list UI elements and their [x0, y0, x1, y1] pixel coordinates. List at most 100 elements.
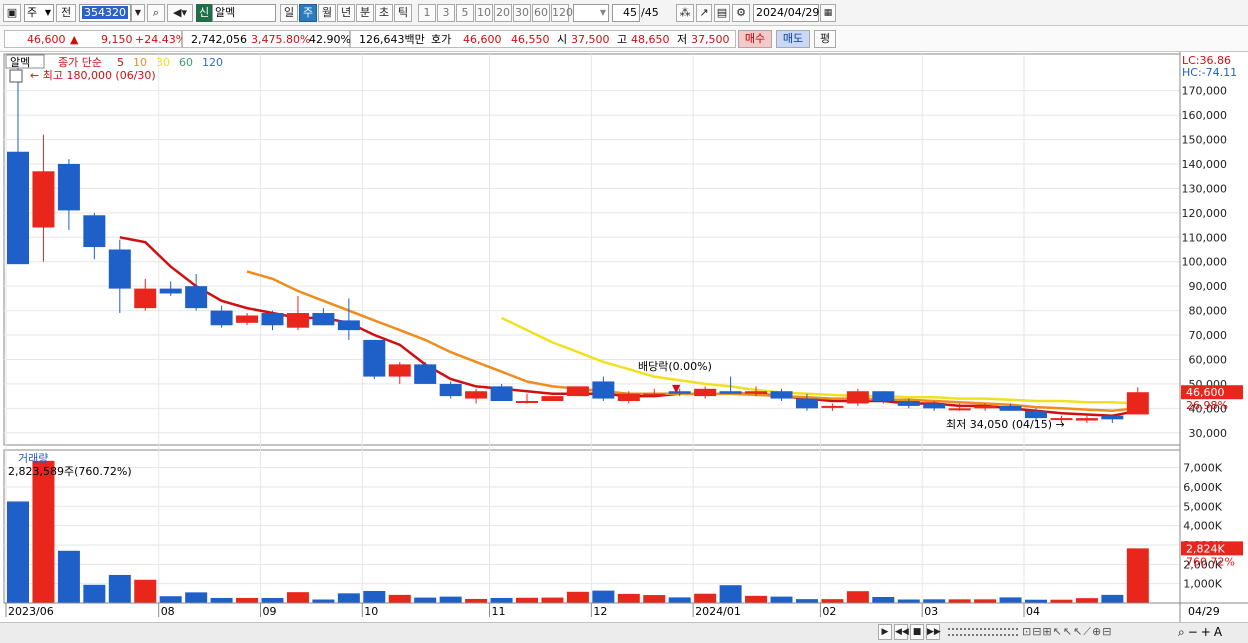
code-dropdown-icon[interactable]: ▼ — [131, 4, 145, 22]
bid-value: 46,550 — [511, 33, 550, 46]
stock-code-input[interactable]: 354320 — [79, 4, 131, 22]
price-y-tick: 140,000 — [1182, 158, 1228, 171]
period-tabs: 일주월년분초틱 — [280, 4, 415, 22]
volume-bar — [541, 597, 564, 603]
price-y-tick: 80,000 — [1189, 305, 1228, 318]
type-select[interactable]: 주 ▼ — [24, 4, 54, 22]
hc-label: HC:-74.11 — [1182, 66, 1237, 79]
period-tab-0[interactable]: 일 — [280, 4, 298, 22]
candle-body — [872, 391, 895, 402]
volume-bar — [261, 597, 284, 603]
low-label: 저 — [677, 33, 688, 46]
candle-body — [210, 310, 233, 326]
period-tab-4[interactable]: 분 — [356, 4, 374, 22]
interval-custom-select[interactable]: ▼ — [573, 4, 609, 22]
period-tab-3[interactable]: 년 — [337, 4, 355, 22]
volume-bar — [286, 592, 309, 603]
min-price-label: 최저 34,050 (04/15) → — [946, 418, 1065, 431]
period-tab-2[interactable]: 월 — [318, 4, 336, 22]
volume-bar — [388, 594, 411, 603]
volume-bar — [159, 596, 182, 603]
sell-button[interactable]: 매도 — [776, 30, 810, 48]
buy-button[interactable]: 매수 — [738, 30, 772, 48]
pattern-icon[interactable]: ⁂ — [676, 4, 694, 22]
candle-body — [1101, 415, 1124, 420]
draw-tool-icon[interactable]: ↗ — [696, 4, 712, 22]
volume-bar — [795, 599, 818, 603]
period-tab-5[interactable]: 초 — [375, 4, 393, 22]
save-icon[interactable]: ▤ — [714, 4, 730, 22]
volume-bar — [1075, 598, 1098, 603]
chart-area[interactable]: 170,000 160,000 150,000 140,000 130,000 120,0… — [0, 52, 1248, 622]
volume-y-tick: 6,000K — [1183, 481, 1222, 494]
count-input[interactable]: 45 — [612, 4, 640, 22]
interval-button-60[interactable]: 60 — [532, 4, 550, 22]
interval-button-20[interactable]: 20 — [494, 4, 512, 22]
ma-legend-120: 120 — [202, 56, 223, 69]
hoga-box: 126,643백만 호가 46,600 46,550 시 37,500 고 48… — [350, 30, 736, 48]
volume-bar — [846, 591, 869, 603]
scroll-right-icon[interactable]: ▶ — [878, 624, 892, 640]
up-arrow-icon: ▲ — [70, 33, 79, 46]
rewind-icon[interactable]: ◀◀ — [894, 624, 909, 640]
interval-button-1[interactable]: 1 — [418, 4, 436, 22]
volume-bar — [7, 501, 29, 603]
candle-body — [414, 364, 437, 384]
volume-current-pct: 760.72% — [1186, 555, 1235, 568]
interval-button-10[interactable]: 10 — [475, 4, 493, 22]
x-axis-label: 2024/01 — [695, 605, 741, 618]
volume-bar — [592, 590, 615, 603]
candle-body — [643, 393, 666, 396]
candle-body — [795, 398, 818, 409]
price-y-tick: 60,000 — [1189, 353, 1228, 366]
gear-icon[interactable]: ⚙ — [732, 4, 750, 22]
volume-box: 2,742,056 3,475.80% 42.90% — [182, 30, 351, 48]
candle-body — [566, 386, 589, 397]
speaker-icon[interactable]: ◀▾ — [167, 4, 193, 22]
price-box: 46,600 ▲ 9,150 +24.43% — [4, 30, 186, 48]
candle-body — [185, 286, 208, 309]
interval-button-30[interactable]: 30 — [513, 4, 531, 22]
candle-body — [719, 391, 742, 394]
zoom-slider[interactable] — [948, 628, 1018, 636]
high-label: 고 — [617, 33, 628, 46]
volume-bar — [83, 584, 106, 603]
stop-icon[interactable]: ■ — [910, 624, 924, 640]
volume-bar — [617, 593, 640, 603]
layout-icon[interactable]: ▣ — [3, 4, 21, 22]
tool-icons[interactable]: ⊡⊟⊞↖↖↖⟋⊕⊟ — [1022, 623, 1112, 641]
search-icon[interactable]: ⌕ — [147, 4, 165, 22]
volume-bar — [490, 597, 513, 603]
zoom-controls[interactable]: ⌕−+A — [1178, 623, 1225, 641]
volume-bar — [719, 585, 742, 603]
candle-body — [516, 401, 538, 404]
open-value: 37,500 — [571, 33, 610, 46]
volume-current-tag: 2,824K — [1186, 542, 1225, 555]
prev-button[interactable]: 전 — [56, 4, 76, 22]
volume-bar — [643, 595, 666, 603]
candle-body — [32, 171, 55, 228]
period-tab-6[interactable]: 틱 — [394, 4, 412, 22]
new-listing-badge: 신 — [196, 4, 212, 22]
quote-bar: 46,600 ▲ 9,150 +24.43% 2,742,056 3,475.8… — [0, 26, 1248, 52]
candle-body — [897, 401, 920, 406]
candle-body — [363, 339, 386, 377]
ma-legend-60: 60 — [179, 56, 193, 69]
calendar-icon[interactable]: ▦ — [820, 4, 836, 22]
date-input[interactable]: 2024/04/29 — [753, 4, 819, 22]
candle-body — [261, 313, 284, 326]
amount-value: 126,643백만 — [359, 33, 425, 46]
candle-body — [999, 405, 1022, 411]
interval-button-5[interactable]: 5 — [456, 4, 474, 22]
fast-forward-icon[interactable]: ▶▶ — [926, 624, 941, 640]
volume-bar — [1101, 594, 1124, 603]
candle-body — [694, 388, 717, 397]
volume-y-tick: 5,000K — [1183, 500, 1222, 513]
chevron-down-icon: ▼ — [44, 8, 51, 17]
volume-bar — [185, 592, 208, 603]
stock-name-field[interactable]: 알멕 — [212, 4, 276, 22]
interval-button-3[interactable]: 3 — [437, 4, 455, 22]
period-tab-1[interactable]: 주 — [299, 4, 317, 22]
interval-button-120[interactable]: 120 — [551, 4, 573, 22]
eval-button[interactable]: 평 — [814, 30, 836, 48]
